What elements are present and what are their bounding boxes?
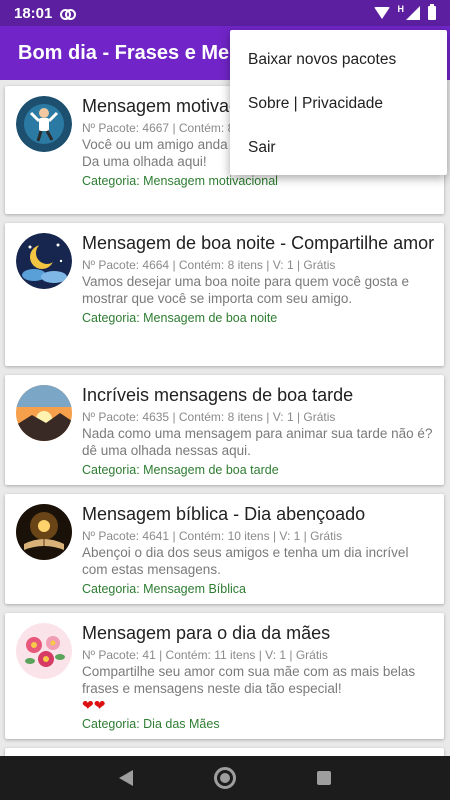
back-icon[interactable] [118, 770, 133, 786]
card-description: Abençoi o dia dos seus amigos e tenha um… [82, 545, 409, 577]
card-description: Nada como uma mensagem para animar sua t… [82, 426, 433, 458]
home-icon[interactable] [213, 767, 236, 789]
menu-item-about-privacy[interactable]: Sobre | Privacidade [230, 82, 447, 126]
system-nav-bar [0, 756, 450, 800]
card-meta: Nº Pacote: 4664 | Contém: 8 itens | V: 1… [82, 258, 336, 272]
hearts-emoji: ❤❤ [82, 697, 106, 713]
card-title: Mensagem de boa noite - Compartilhe amor [82, 233, 435, 253]
package-card[interactable]: Incríveis mensagens de boa tarde Nº Paco… [5, 375, 444, 485]
status-time: 18:01 [14, 4, 53, 22]
status-bar: 18:01 H [0, 0, 450, 26]
flowers-icon [16, 623, 72, 679]
wifi-icon [373, 7, 390, 19]
battery-icon [428, 4, 436, 20]
sunset-icon [16, 385, 72, 441]
package-list[interactable]: Mensagem motivacional - Frases de Ânimo … [0, 84, 450, 756]
card-meta: Nº Pacote: 4635 | Contém: 8 itens | V: 1… [82, 410, 336, 424]
menu-item-exit[interactable]: Sair [230, 126, 447, 170]
card-category: Categoria: Mensagem motivacional [82, 174, 278, 188]
status-icons: H [373, 4, 436, 20]
package-card[interactable]: Mensagem para o dia da mães Nº Pacote: 4… [5, 613, 444, 739]
motivation-figure-icon [16, 96, 72, 152]
package-card[interactable]: Mensagem bíblica - Dia abençoado Nº Paco… [5, 494, 444, 604]
card-description: Compartilhe seu amor com sua mãe com as … [82, 664, 416, 696]
package-card-partial[interactable] [5, 748, 444, 756]
card-meta: Nº Pacote: 4641 | Contém: 10 itens | V: … [82, 529, 343, 543]
voicemail-icon [60, 8, 77, 20]
moon-stars-icon [16, 233, 72, 289]
card-category: Categoria: Mensagem Bíblica [82, 582, 246, 596]
card-description: Vamos desejar uma boa noite para quem vo… [82, 274, 409, 306]
card-category: Categoria: Dia das Mães [82, 717, 220, 731]
package-card[interactable]: Mensagem de boa noite - Compartilhe amor… [5, 223, 444, 366]
signal-icon [406, 6, 420, 20]
card-title: Mensagem para o dia da mães [82, 623, 331, 643]
overflow-menu: Baixar novos pacotes Sobre | Privacidade… [230, 30, 447, 175]
recent-apps-icon[interactable] [317, 771, 332, 785]
card-category: Categoria: Mensagem de boa noite [82, 311, 278, 325]
bible-icon [16, 504, 72, 560]
network-type-label: H [397, 4, 405, 14]
menu-item-download-packages[interactable]: Baixar novos pacotes [230, 38, 447, 82]
card-title: Mensagem bíblica - Dia abençoado [82, 504, 366, 524]
card-meta: Nº Pacote: 41 | Contém: 11 itens | V: 1 … [82, 648, 328, 662]
card-title: Incríveis mensagens de boa tarde [82, 385, 354, 405]
card-category: Categoria: Mensagem de boa tarde [82, 463, 279, 477]
